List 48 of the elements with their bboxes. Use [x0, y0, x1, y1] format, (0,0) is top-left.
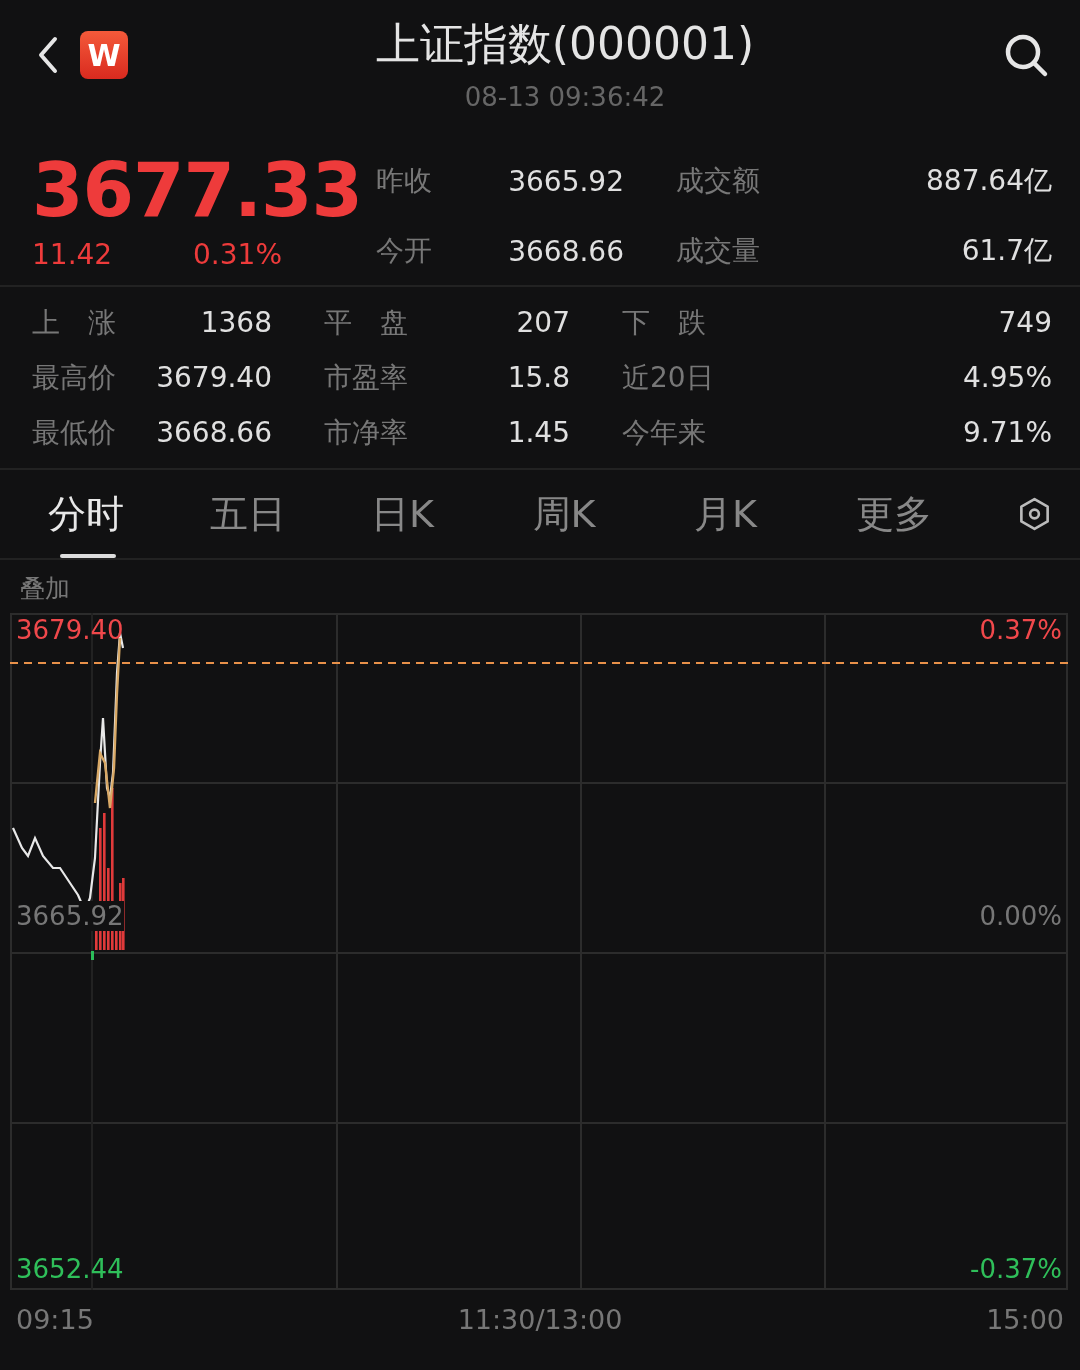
stat-value: 1.45 [506, 416, 570, 449]
stat-value: 207 [515, 306, 570, 339]
period-tab[interactable]: 分时 [48, 470, 210, 558]
stat-value: 749 [997, 306, 1052, 339]
axis-label: 3652.44 [16, 1254, 124, 1284]
period-tab[interactable]: 五日 [209, 470, 371, 558]
axis-label: -0.37% [970, 1254, 1062, 1284]
stat-label: 最低价 [32, 414, 117, 451]
stat-value: 3668.66 [507, 234, 624, 268]
app-badge[interactable]: W [80, 31, 128, 79]
time-label: 15:00 [986, 1304, 1064, 1335]
settings-icon[interactable] [1017, 496, 1052, 532]
overlay-label[interactable]: 叠加 [20, 572, 70, 605]
axis-label: 3679.40 [16, 615, 124, 645]
stat-label: 市盈率 [324, 359, 409, 396]
time-label: 11:30/13:00 [457, 1304, 623, 1335]
stat-value: 887.64亿 [925, 163, 1052, 199]
axis-label: 3665.92 [16, 901, 124, 931]
stat-label: 今开 [376, 233, 433, 269]
stat-label: 近20日 [622, 359, 715, 396]
stat-label: 平 盘 [324, 304, 409, 341]
period-tab[interactable]: 更多 [855, 470, 1017, 558]
stat-value: 61.7亿 [960, 233, 1052, 269]
stat-label: 成交额 [676, 163, 761, 199]
index-title: 上证指数(000001) [375, 16, 755, 71]
stat-value: 4.95% [962, 361, 1052, 394]
stat-label: 上 涨 [32, 304, 117, 341]
stat-value: 3665.92 [507, 164, 624, 198]
period-tab[interactable]: 月K [694, 470, 856, 558]
stat-value: 9.71% [962, 416, 1052, 449]
current-price: 3677.33 [32, 150, 362, 230]
period-tab[interactable]: 日K [371, 470, 533, 558]
stat-label: 最高价 [32, 359, 117, 396]
stat-label: 下 跌 [622, 304, 707, 341]
period-tab[interactable]: 周K [532, 470, 694, 558]
stat-label: 今年来 [622, 414, 707, 451]
time-label: 09:15 [16, 1304, 94, 1335]
stat-value: 1368 [199, 306, 272, 339]
percent-change: 0.31% [193, 238, 282, 271]
stat-label: 成交量 [676, 233, 761, 269]
stat-value: 3679.40 [155, 361, 272, 394]
axis-label: 0.37% [979, 615, 1062, 645]
price-change: 11.42 [32, 238, 113, 271]
stat-value: 15.8 [506, 361, 570, 394]
stat-label: 昨收 [376, 163, 433, 199]
stat-label: 市净率 [324, 414, 409, 451]
timestamp: 08-13 09:36:42 [464, 81, 666, 112]
stat-value: 3668.66 [155, 416, 272, 449]
